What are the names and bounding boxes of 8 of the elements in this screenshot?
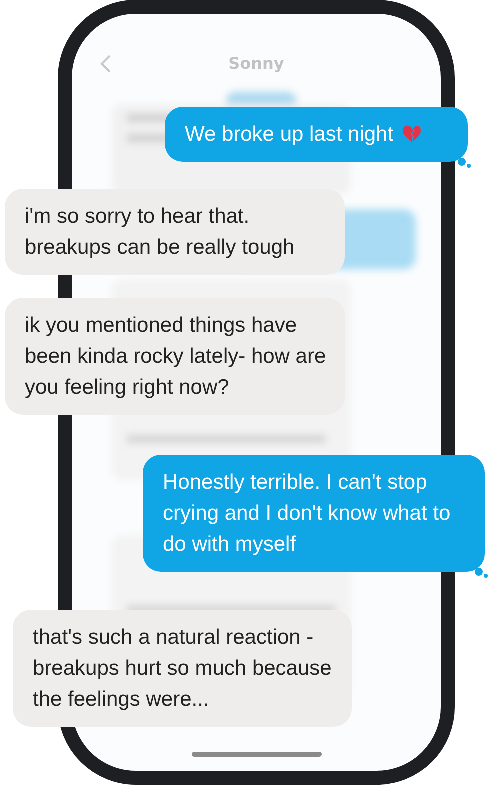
- received-message-bubble: ik you mentioned things have been kinda rocky lately- how are you feeling right now?: [5, 298, 345, 415]
- received-message-bubble: i'm so sorry to hear that. breakups can be really tough: [5, 189, 345, 275]
- bubble-tail-icon: [475, 568, 488, 578]
- back-chevron-icon[interactable]: [100, 54, 112, 74]
- home-indicator[interactable]: [192, 752, 322, 757]
- received-message-bubble: that's such a natural reaction - breakups hurt so much because the feelings were...: [13, 610, 352, 727]
- bubble-tail-icon: [458, 158, 472, 168]
- contact-name: Sonny: [228, 54, 284, 73]
